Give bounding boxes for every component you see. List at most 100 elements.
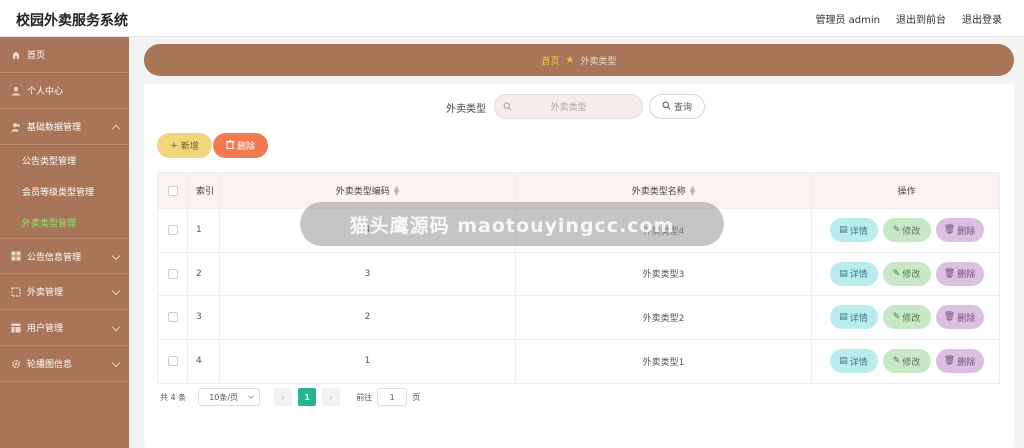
sidebar-subitem-notice-type[interactable]: 公告类型管理	[0, 145, 129, 176]
sort-icon[interactable]: ▲ ▼	[394, 184, 399, 196]
cell-index: 4	[188, 339, 220, 383]
cell-index: 1	[188, 209, 220, 252]
page-size-select[interactable]: 10条/页	[198, 388, 261, 406]
sidebar-item-notice[interactable]: 公告信息管理	[0, 238, 129, 274]
logout-link[interactable]: 退出登录	[962, 11, 1002, 26]
table-row: 4 1 外卖类型1 ▤ 详情 ✎ 修改 🗑 删除	[158, 339, 999, 383]
sidebar-subitem-label: 公告类型管理	[22, 157, 77, 167]
delete-button[interactable]: 🗑 删除	[935, 305, 984, 330]
cell-actions: ▤ 详情 ✎ 修改 🗑 删除	[812, 296, 1001, 339]
select-all-checkbox[interactable]	[167, 185, 178, 196]
chevron-up-icon	[111, 124, 121, 134]
search-label: 外卖类型	[446, 104, 486, 115]
row-checkbox-cell	[158, 252, 188, 295]
sidebar-item-carousel[interactable]: 轮播图信息	[0, 346, 129, 382]
goto-page-input[interactable]: 1	[377, 388, 408, 406]
user-icon	[11, 86, 21, 96]
row-checkbox[interactable]	[167, 356, 178, 367]
delete-button[interactable]: 🗑 删除	[935, 261, 984, 286]
detail-label: 详情	[849, 270, 868, 281]
sort-icon[interactable]: ▲ ▼	[690, 184, 695, 196]
row-checkbox[interactable]	[167, 268, 178, 279]
page-size-value: 10条/页	[209, 392, 239, 402]
sidebar-item-label: 基础数据管理	[27, 123, 82, 133]
sidebar-item-basic-data[interactable]: 基础数据管理	[0, 109, 129, 145]
delete-label: 删除	[957, 270, 976, 281]
page-number[interactable]: 1	[298, 388, 317, 406]
trash-icon: 🗑	[943, 225, 956, 236]
back-to-front-link[interactable]: 退出到前台	[896, 11, 946, 26]
users-icon	[11, 122, 21, 132]
row-checkbox-cell	[158, 339, 188, 383]
delete-label: 删除	[957, 357, 976, 368]
delete-button[interactable]: 🗑 删除	[935, 218, 984, 243]
page-unit-label: 页	[412, 392, 421, 402]
batch-delete-button[interactable]: 删除	[213, 133, 268, 158]
app-title: 校园外卖服务系统	[16, 13, 128, 29]
sidebar-item-home[interactable]: 首页	[0, 37, 129, 73]
trash-icon: 🗑	[943, 268, 956, 279]
row-checkbox-cell	[158, 296, 188, 339]
chevron-down-icon	[111, 322, 121, 332]
chevron-down-icon	[248, 393, 255, 399]
edit-label: 修改	[902, 313, 921, 324]
sidebar-item-profile[interactable]: 个人中心	[0, 73, 129, 109]
cell-code: 3	[220, 252, 516, 295]
edit-button[interactable]: ✎ 修改	[882, 349, 931, 374]
sidebar: 首页 个人中心 基础数据管理 公告类型管理 会员等级类型管理 外卖类型管理 公告…	[0, 37, 129, 448]
chevron-down-icon	[111, 251, 121, 261]
sidebar-subitem-label: 会员等级类型管理	[22, 188, 95, 198]
column-header-index: 索引	[188, 173, 220, 208]
row-checkbox[interactable]	[167, 225, 178, 236]
edit-button[interactable]: ✎ 修改	[882, 218, 931, 243]
detail-button[interactable]: ▤ 详情	[829, 305, 878, 330]
header-checkbox-cell	[158, 173, 188, 208]
cell-code: 1	[220, 339, 516, 383]
delete-label: 删除	[957, 226, 976, 237]
table-row: 2 3 外卖类型3 ▤ 详情 ✎ 修改 🗑 删除	[158, 252, 999, 296]
document-icon: ▤	[839, 356, 848, 367]
current-user-label: 管理员 admin	[815, 15, 880, 26]
row-checkbox[interactable]	[167, 312, 178, 323]
pencil-icon: ✎	[892, 268, 901, 279]
search-input[interactable]: 外卖类型	[494, 94, 643, 119]
table-row: 3 2 外卖类型2 ▤ 详情 ✎ 修改 🗑 删除	[158, 296, 999, 340]
detail-button[interactable]: ▤ 详情	[829, 349, 878, 374]
detail-label: 详情	[849, 226, 868, 237]
cell-name: 外卖类型1	[516, 339, 812, 383]
detail-label: 详情	[849, 357, 868, 368]
sidebar-item-users[interactable]: 用户管理	[0, 310, 129, 346]
delete-label: 删除	[957, 313, 976, 324]
query-button-label: 查询	[673, 103, 692, 113]
breadcrumb: 首页 ★ 外卖类型	[144, 44, 1014, 76]
pencil-icon: ✎	[892, 356, 901, 367]
sidebar-subitem-takeout-type[interactable]: 外卖类型管理	[0, 207, 129, 238]
query-button[interactable]: 查询	[649, 94, 705, 119]
breadcrumb-current: 外卖类型	[580, 56, 617, 67]
gear-icon	[11, 359, 21, 369]
breadcrumb-home[interactable]: 首页	[542, 54, 560, 67]
top-links: 管理员 admin 退出到前台 退出登录	[815, 11, 1002, 26]
edit-button[interactable]: ✎ 修改	[882, 261, 931, 286]
add-button[interactable]: + 新增	[157, 133, 212, 158]
edit-button[interactable]: ✎ 修改	[882, 305, 931, 330]
top-bar: 校园外卖服务系统 管理员 admin 退出到前台 退出登录	[0, 0, 1024, 37]
detail-label: 详情	[849, 313, 868, 324]
search-icon	[662, 101, 671, 113]
box-icon	[11, 286, 21, 297]
sidebar-item-takeout[interactable]: 外卖管理	[0, 274, 129, 310]
cell-name: 外卖类型2	[516, 296, 812, 339]
prev-page-button[interactable]: ‹	[274, 388, 293, 406]
next-page-button[interactable]: ›	[322, 388, 341, 406]
delete-button[interactable]: 🗑 删除	[935, 349, 984, 374]
cell-name: 外卖类型3	[516, 252, 812, 295]
cell-actions: ▤ 详情 ✎ 修改 🗑 删除	[812, 209, 1001, 252]
cell-index: 3	[188, 296, 220, 339]
column-header-label: 外卖类型编码	[335, 187, 390, 197]
trash-icon: 🗑	[943, 356, 956, 367]
cell-index: 2	[188, 252, 220, 295]
detail-button[interactable]: ▤ 详情	[829, 261, 878, 286]
trash-icon	[225, 139, 234, 152]
detail-button[interactable]: ▤ 详情	[829, 218, 878, 243]
sidebar-subitem-member-level[interactable]: 会员等级类型管理	[0, 176, 129, 207]
